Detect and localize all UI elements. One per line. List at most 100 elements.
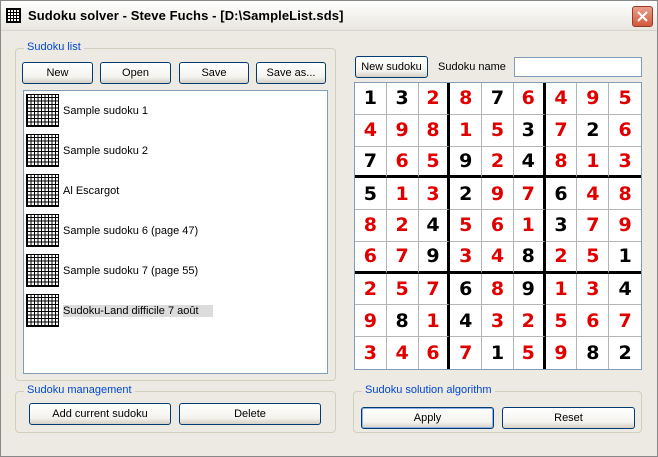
sudoku-cell[interactable]: 8 [450, 83, 483, 115]
open-button[interactable]: Open [100, 62, 171, 84]
sudoku-cell[interactable]: 1 [482, 337, 514, 369]
reset-button[interactable]: Reset [502, 407, 635, 429]
list-item[interactable]: Sample sudoku 6 (page 47) [26, 211, 326, 251]
sudoku-cell[interactable]: 4 [418, 210, 451, 242]
sudoku-cell[interactable]: 4 [450, 305, 483, 338]
sudoku-cell[interactable]: 3 [513, 114, 546, 147]
sudoku-cell[interactable]: 9 [577, 83, 610, 115]
sudoku-cell[interactable]: 8 [482, 273, 514, 306]
new-button[interactable]: New [22, 62, 93, 84]
sudoku-cell[interactable]: 2 [482, 146, 514, 179]
sudoku-cell[interactable]: 7 [609, 305, 641, 338]
sudoku-cell[interactable]: 6 [386, 146, 419, 179]
sudoku-cell[interactable]: 3 [609, 146, 641, 179]
sudoku-cell[interactable]: 9 [355, 305, 387, 338]
list-item[interactable]: Sample sudoku 2 [26, 131, 326, 171]
sudoku-cell[interactable]: 2 [418, 83, 451, 115]
sudoku-cell[interactable]: 2 [609, 337, 641, 369]
sudoku-cell[interactable]: 4 [545, 83, 578, 115]
sudoku-cell[interactable]: 7 [513, 178, 546, 211]
sudoku-cell[interactable]: 7 [482, 83, 514, 115]
sudoku-cell[interactable]: 7 [545, 114, 578, 147]
sudoku-cell[interactable]: 4 [482, 241, 514, 274]
sudoku-cell[interactable]: 5 [545, 305, 578, 338]
sudoku-cell[interactable]: 1 [513, 210, 546, 242]
sudoku-cell[interactable]: 1 [386, 178, 419, 211]
sudoku-cell[interactable]: 8 [418, 114, 451, 147]
close-button[interactable] [632, 6, 653, 27]
sudoku-cell[interactable]: 5 [577, 241, 610, 274]
sudoku-cell[interactable]: 5 [386, 273, 419, 306]
sudoku-cell[interactable]: 1 [450, 114, 483, 147]
sudoku-cell[interactable]: 2 [577, 114, 610, 147]
sudoku-cell[interactable]: 6 [513, 83, 546, 115]
delete-button[interactable]: Delete [179, 403, 321, 425]
sudoku-listbox[interactable]: Sample sudoku 1 Sample sudoku 2 Al Escargo… [23, 90, 328, 374]
sudoku-cell[interactable]: 9 [513, 273, 546, 306]
sudoku-cell[interactable]: 2 [450, 178, 483, 211]
sudoku-cell[interactable]: 4 [386, 337, 419, 369]
sudoku-cell[interactable]: 8 [386, 305, 419, 338]
sudoku-cell[interactable]: 1 [545, 273, 578, 306]
sudoku-cell[interactable]: 7 [418, 273, 451, 306]
sudoku-cell[interactable]: 6 [609, 114, 641, 147]
sudoku-cell[interactable]: 9 [418, 241, 451, 274]
sudoku-cell[interactable]: 3 [418, 178, 451, 211]
list-item[interactable]: Sample sudoku 1 [26, 91, 326, 131]
sudoku-cell[interactable]: 1 [355, 83, 387, 115]
sudoku-cell[interactable]: 9 [450, 146, 483, 179]
add-current-sudoku-button[interactable]: Add current sudoku [29, 403, 171, 425]
sudoku-cell[interactable]: 8 [609, 178, 641, 211]
sudoku-cell[interactable]: 1 [577, 146, 610, 179]
sudoku-cell[interactable]: 5 [355, 178, 387, 211]
list-item[interactable]: Sudoku-Land difficile 7 août [26, 291, 326, 331]
sudoku-cell[interactable]: 6 [418, 337, 451, 369]
sudoku-cell[interactable]: 3 [545, 210, 578, 242]
sudoku-cell[interactable]: 6 [482, 210, 514, 242]
sudoku-cell[interactable]: 1 [418, 305, 451, 338]
sudoku-cell[interactable]: 8 [577, 337, 610, 369]
sudoku-cell[interactable]: 7 [386, 241, 419, 274]
sudoku-cell[interactable]: 3 [577, 273, 610, 306]
sudoku-cell[interactable]: 4 [609, 273, 641, 306]
sudoku-cell[interactable]: 6 [577, 305, 610, 338]
sudoku-cell[interactable]: 2 [545, 241, 578, 274]
sudoku-cell[interactable]: 5 [513, 337, 546, 369]
sudoku-cell[interactable]: 8 [355, 210, 387, 242]
list-item[interactable]: Al Escargot [26, 171, 326, 211]
sudoku-cell[interactable]: 7 [450, 337, 483, 369]
apply-button[interactable]: Apply [361, 407, 494, 429]
sudoku-cell[interactable]: 5 [418, 146, 451, 179]
sudoku-cell[interactable]: 7 [355, 146, 387, 179]
sudoku-cell[interactable]: 9 [545, 337, 578, 369]
sudoku-grid[interactable]: 1328764954981537267659248135132976488245… [354, 82, 642, 370]
sudoku-cell[interactable]: 9 [386, 114, 419, 147]
sudoku-cell[interactable]: 5 [609, 83, 641, 115]
list-item[interactable]: Sample sudoku 7 (page 55) [26, 251, 326, 291]
sudoku-cell[interactable]: 2 [513, 305, 546, 338]
save-button[interactable]: Save [179, 62, 249, 84]
sudoku-cell[interactable]: 9 [482, 178, 514, 211]
sudoku-cell[interactable]: 6 [355, 241, 387, 274]
new-sudoku-button[interactable]: New sudoku [355, 56, 428, 78]
sudoku-cell[interactable]: 4 [513, 146, 546, 179]
sudoku-cell[interactable]: 4 [577, 178, 610, 211]
save-as-button[interactable]: Save as... [256, 62, 326, 84]
sudoku-cell[interactable]: 7 [577, 210, 610, 242]
sudoku-cell[interactable]: 3 [450, 241, 483, 274]
sudoku-cell[interactable]: 8 [513, 241, 546, 274]
sudoku-cell[interactable]: 3 [482, 305, 514, 338]
sudoku-cell[interactable]: 1 [609, 241, 641, 274]
sudoku-cell[interactable]: 4 [355, 114, 387, 147]
sudoku-cell[interactable]: 5 [482, 114, 514, 147]
title-bar[interactable]: Sudoku solver - Steve Fuchs - [D:\Sample… [1, 1, 657, 31]
sudoku-name-input[interactable] [514, 57, 642, 77]
sudoku-cell[interactable]: 9 [609, 210, 641, 242]
sudoku-cell[interactable]: 2 [386, 210, 419, 242]
sudoku-cell[interactable]: 8 [545, 146, 578, 179]
sudoku-cell[interactable]: 6 [545, 178, 578, 211]
sudoku-cell[interactable]: 3 [355, 337, 387, 369]
sudoku-cell[interactable]: 2 [355, 273, 387, 306]
sudoku-cell[interactable]: 3 [386, 83, 419, 115]
sudoku-cell[interactable]: 6 [450, 273, 483, 306]
